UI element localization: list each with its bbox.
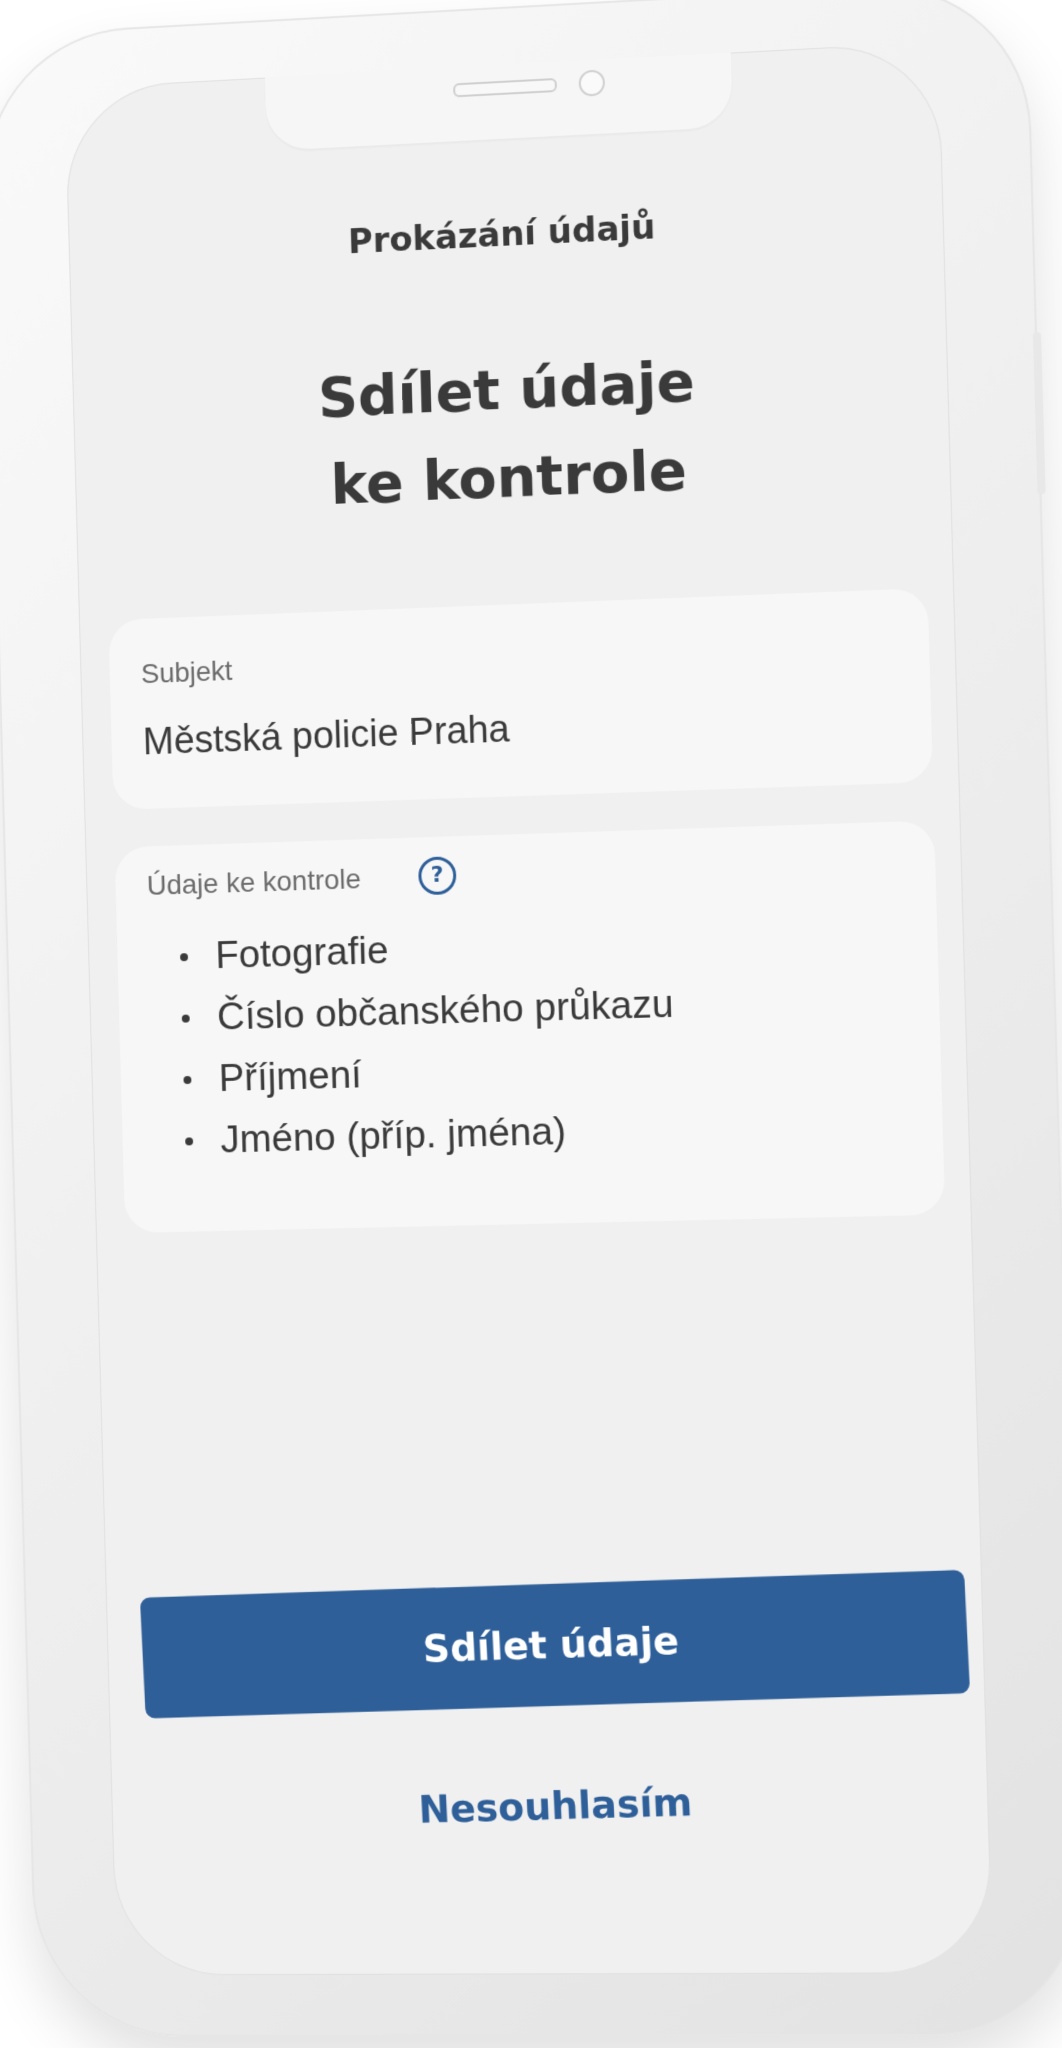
page-title: Prokázání údajů: [347, 207, 656, 263]
list-item: Jméno (příp. jména): [180, 1098, 677, 1172]
speaker-grille: [453, 77, 558, 98]
bullet-dot: [180, 953, 189, 962]
subject-card: Subjekt Městská policie Praha: [108, 588, 934, 810]
phone-notch: [264, 50, 733, 152]
bullet-dot: [183, 1075, 192, 1085]
app-screen: Prokázání údajů Sdílet údaje ke kontrole…: [64, 41, 994, 1976]
list-item-label: Jméno (příp. jména): [219, 1110, 567, 1162]
front-camera: [578, 69, 606, 97]
share-data-button[interactable]: Sdílet údaje: [139, 1569, 971, 1719]
phone-side-button-power: [1032, 332, 1046, 495]
main-heading: Sdílet údaje ke kontrole: [72, 326, 952, 540]
data-to-check-label: Údaje ke kontrole: [146, 863, 362, 901]
subject-label: Subjekt: [140, 655, 233, 690]
subject-value: Městská policie Praha: [142, 708, 511, 764]
bullet-dot: [181, 1014, 190, 1023]
data-to-check-card: Údaje ke kontrole ? Fotografie Číslo obč…: [114, 820, 946, 1234]
decline-button[interactable]: Nesouhlasím: [146, 1772, 973, 1839]
data-to-check-list: Fotografie Číslo občanského průkazu Příj…: [175, 911, 677, 1172]
list-item-label: Příjmení: [218, 1053, 363, 1101]
list-item-label: Fotografie: [214, 929, 390, 978]
bullet-dot: [185, 1137, 194, 1146]
question-circle-icon[interactable]: ?: [417, 856, 457, 896]
list-item-label: Číslo občanského průkazu: [216, 982, 675, 1039]
phone-frame: Prokázání údajů Sdílet údaje ke kontrole…: [0, 0, 1062, 2037]
